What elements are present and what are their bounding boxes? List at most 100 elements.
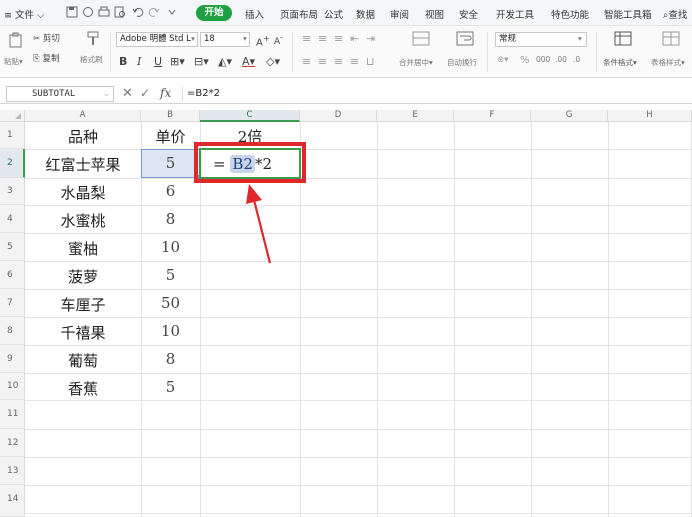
fill-color-icon[interactable]: ◭▾ [218, 55, 232, 68]
cell-a8[interactable]: 千禧果 [25, 322, 141, 343]
cell-a1[interactable]: 品种 [25, 126, 141, 147]
column-header-g[interactable]: G [531, 110, 608, 122]
output-icon[interactable] [82, 6, 94, 18]
cell-b4[interactable]: 8 [141, 210, 200, 228]
cell-b8[interactable]: 10 [141, 322, 200, 340]
clear-format-icon[interactable]: ◇▾ [266, 55, 280, 68]
row-header-10[interactable]: 10 [0, 373, 25, 400]
cell-b2[interactable]: 5 [141, 154, 200, 172]
cell-a4[interactable]: 水蜜桃 [25, 210, 141, 231]
cut-button[interactable]: ✂ 剪切 [33, 32, 60, 44]
align-center-icon[interactable]: ≡ [318, 55, 327, 68]
format-painter-icon[interactable] [86, 30, 100, 48]
row-header-6[interactable]: 6 [0, 261, 25, 289]
cell-a10[interactable]: 香蕉 [25, 378, 141, 399]
print-preview-icon[interactable] [114, 6, 126, 18]
indent-increase-icon[interactable]: ⇥ [366, 32, 375, 45]
font-color-icon[interactable]: A▾ [242, 55, 255, 68]
table-style-button[interactable]: 表格样式▾ [651, 57, 685, 68]
align-top-icon[interactable]: ≡ [302, 32, 311, 45]
column-header-f[interactable]: F [454, 110, 531, 122]
cell-b1[interactable]: 单价 [141, 126, 200, 147]
cell-b9[interactable]: 8 [141, 350, 200, 368]
align-right-icon[interactable]: ≡ [334, 55, 343, 68]
row-header-13[interactable]: 13 [0, 457, 25, 485]
wrap-text-button[interactable]: 自动换行 [447, 57, 477, 68]
table-style-icon[interactable] [662, 31, 680, 49]
bold-icon[interactable]: B [119, 55, 127, 68]
thousands-separator-icon[interactable]: 000 [536, 55, 550, 64]
column-header-a[interactable]: A [25, 110, 141, 122]
tab-start[interactable]: 开始 [196, 5, 232, 21]
tab-special-features[interactable]: 特色功能 [551, 7, 589, 21]
percent-icon[interactable]: % [520, 55, 530, 66]
redo-icon[interactable] [148, 6, 160, 18]
align-middle-icon[interactable]: ≡ [318, 32, 327, 45]
cell-a5[interactable]: 蜜柚 [25, 238, 141, 259]
number-format-select[interactable]: 常规 [495, 32, 587, 47]
tab-page-layout[interactable]: 页面布局 [280, 7, 318, 21]
distributed-icon[interactable]: ⊔ [366, 55, 375, 68]
tab-developer[interactable]: 开发工具 [496, 7, 534, 21]
row-header-9[interactable]: 9 [0, 345, 25, 373]
paste-icon[interactable] [8, 32, 24, 49]
menu-file[interactable]: ≡ 文件 ⌵ [4, 7, 44, 21]
format-painter-button[interactable]: 格式刷 [80, 54, 103, 65]
row-header-4[interactable]: 4 [0, 205, 25, 233]
formula-input[interactable]: =B2*2 [182, 86, 687, 102]
cell-b6[interactable]: 5 [141, 266, 200, 284]
borders-icon[interactable]: ⊞▾ [170, 55, 185, 68]
row-header-12[interactable]: 12 [0, 429, 25, 457]
cell-b5[interactable]: 10 [141, 238, 200, 256]
cell-a3[interactable]: 水晶梨 [25, 182, 141, 203]
tab-formulas[interactable]: 公式 [324, 7, 343, 21]
tab-view[interactable]: 视图 [425, 7, 444, 21]
row-header-2[interactable]: 2 [0, 149, 25, 178]
cell-b3[interactable]: 6 [141, 182, 200, 200]
undo-icon[interactable] [132, 6, 144, 18]
cell-a2[interactable]: 红富士苹果 [25, 154, 141, 175]
column-header-h[interactable]: H [608, 110, 692, 122]
row-header-14[interactable]: 14 [0, 485, 25, 517]
column-header-b[interactable]: B [141, 110, 200, 122]
conditional-format-icon[interactable] [614, 31, 632, 49]
tab-smart-toolbox[interactable]: 智能工具箱 [604, 7, 652, 21]
cancel-icon[interactable]: ✕ [122, 86, 133, 101]
row-header-1[interactable]: 1 [0, 122, 25, 149]
decrease-font-icon[interactable]: A- [274, 33, 283, 47]
name-box[interactable]: SUBTOTAL ⌵ [6, 86, 114, 102]
decrease-decimal-icon[interactable]: .0 [573, 55, 580, 64]
align-bottom-icon[interactable]: ≡ [334, 32, 343, 45]
customize-toolbar-icon[interactable] [166, 6, 178, 18]
merge-center-button[interactable]: 合并居中▾ [399, 57, 433, 68]
indent-decrease-icon[interactable]: ⇤ [350, 32, 359, 45]
save-icon[interactable] [66, 6, 78, 18]
row-header-7[interactable]: 7 [0, 289, 25, 317]
tab-review[interactable]: 审阅 [390, 7, 409, 21]
column-header-c[interactable]: C [200, 110, 300, 122]
confirm-icon[interactable]: ✓ [140, 86, 150, 100]
tab-security[interactable]: 安全 [459, 7, 478, 21]
increase-decimal-icon[interactable]: .00 [555, 55, 567, 64]
increase-font-icon[interactable]: A+ [256, 33, 270, 48]
merge-cells-icon[interactable]: ⊟▾ [194, 55, 209, 68]
search-tab[interactable]: ⌕查找 [663, 7, 687, 21]
cell-b10[interactable]: 5 [141, 378, 200, 396]
insert-function-icon[interactable]: fx [160, 86, 171, 100]
column-header-e[interactable]: E [377, 110, 454, 122]
row-header-8[interactable]: 8 [0, 317, 25, 345]
row-header-5[interactable]: 5 [0, 233, 25, 261]
cell-a7[interactable]: 车厘子 [25, 294, 141, 315]
merge-center-icon[interactable] [412, 31, 430, 49]
underline-icon[interactable]: U [154, 55, 162, 68]
row-header-11[interactable]: 11 [0, 400, 25, 429]
paste-button[interactable]: 粘贴▾ [4, 56, 23, 67]
wrap-text-icon[interactable] [456, 31, 474, 49]
row-header-3[interactable]: 3 [0, 178, 25, 205]
copy-button[interactable]: ⎘ 复制 [33, 52, 60, 64]
justify-icon[interactable]: ≡ [350, 55, 359, 68]
column-header-d[interactable]: D [300, 110, 377, 122]
tab-insert[interactable]: 插入 [245, 7, 264, 21]
align-left-icon[interactable]: ≡ [302, 55, 311, 68]
print-icon[interactable] [98, 6, 110, 18]
